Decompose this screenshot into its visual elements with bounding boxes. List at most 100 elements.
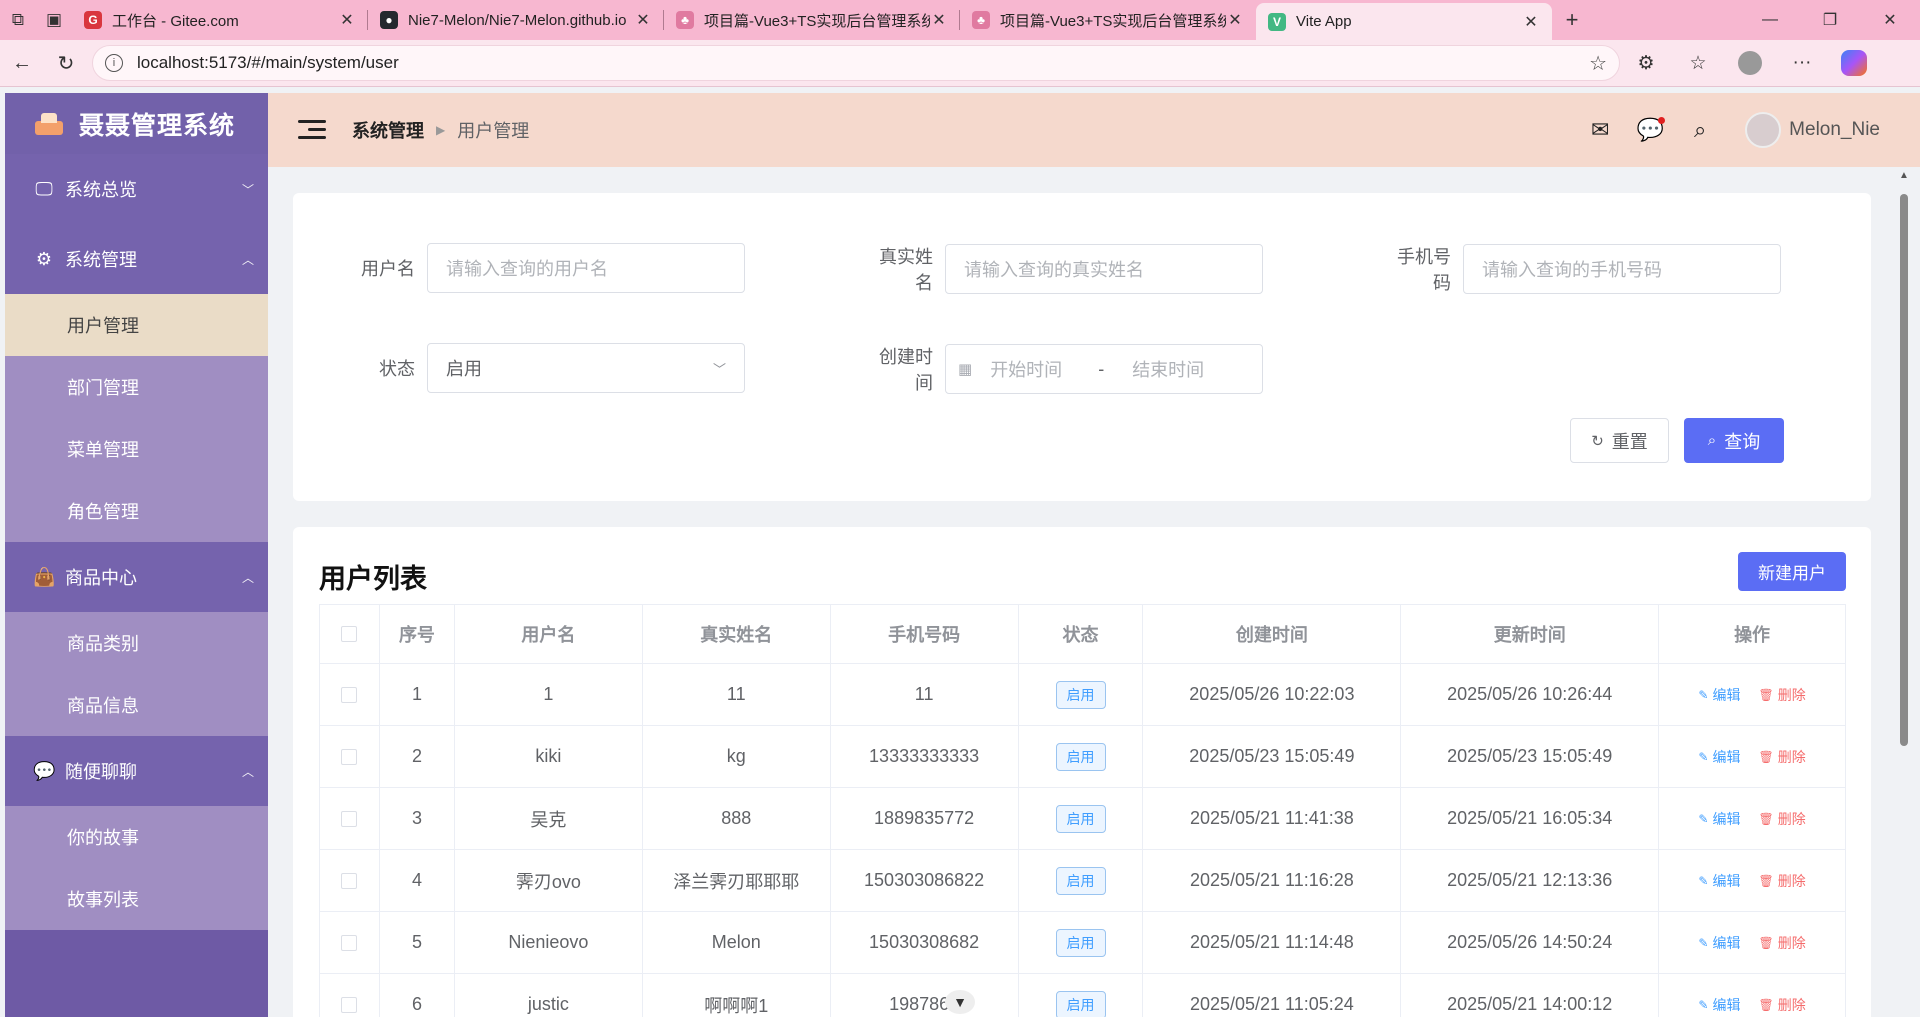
edit-button[interactable]: ✎ 编辑 bbox=[1698, 871, 1740, 891]
delete-button[interactable]: 🗑 删除 bbox=[1758, 747, 1805, 767]
tab-close-icon[interactable]: ✕ bbox=[1522, 12, 1540, 32]
new-user-button[interactable]: 新建用户 bbox=[1738, 552, 1846, 591]
menu-fold-icon[interactable] bbox=[298, 118, 326, 142]
delete-button[interactable]: 🗑 删除 bbox=[1758, 871, 1805, 891]
start-date-input[interactable]: 开始时间 bbox=[990, 356, 1062, 382]
cell-realname: 泽兰霁刃耶耶耶 bbox=[643, 850, 831, 911]
sidebar-item-menu[interactable]: 菜单管理 bbox=[5, 418, 268, 480]
url-field[interactable]: i localhost:5173/#/main/system/user ☆ bbox=[92, 45, 1620, 81]
browser-tab[interactable]: G 工作台 - Gitee.com ✕ bbox=[72, 0, 368, 40]
tab-title: Vite App bbox=[1296, 13, 1352, 30]
sidebar-item-story-list[interactable]: 故事列表 bbox=[5, 868, 268, 930]
breadcrumb-item[interactable]: 系统管理 bbox=[352, 117, 424, 143]
scrollbar-thumb[interactable] bbox=[1900, 194, 1908, 746]
tab-close-icon[interactable]: ✕ bbox=[1226, 10, 1244, 30]
message-icon[interactable]: 💬 bbox=[1625, 115, 1675, 145]
row-actions: ✎ 编辑 🗑 删除 bbox=[1698, 871, 1805, 891]
sidebar-item-goods-info[interactable]: 商品信息 bbox=[5, 674, 268, 736]
select-all-checkbox[interactable] bbox=[341, 626, 358, 642]
status-badge: 启用 bbox=[1055, 990, 1106, 1017]
edit-label: 编辑 bbox=[1712, 872, 1741, 889]
site-info-icon[interactable]: i bbox=[105, 54, 123, 72]
row-checkbox-cell bbox=[320, 788, 380, 849]
new-tab-icon[interactable]: + bbox=[1552, 0, 1592, 40]
username-input[interactable]: 请输入查询的用户名 bbox=[427, 243, 745, 293]
tab-close-icon[interactable]: ✕ bbox=[338, 10, 356, 30]
delete-button[interactable]: 🗑 删除 bbox=[1758, 685, 1805, 705]
cell-phone: 15030308682 bbox=[831, 912, 1019, 973]
avatar[interactable] bbox=[1745, 112, 1782, 148]
restore-icon[interactable]: ❐ bbox=[1800, 0, 1860, 40]
cell-status: 启用 bbox=[1019, 912, 1144, 973]
favorite-star-icon[interactable]: ☆ bbox=[1589, 51, 1607, 76]
more-menu-icon[interactable]: ··· bbox=[1776, 52, 1828, 74]
edit-button[interactable]: ✎ 编辑 bbox=[1698, 995, 1740, 1015]
tab-close-icon[interactable]: ✕ bbox=[930, 10, 948, 30]
back-arrow-icon[interactable]: ← bbox=[0, 52, 44, 75]
favorites-icon[interactable]: ☆ bbox=[1672, 52, 1724, 75]
search-icon[interactable]: ⌕ bbox=[1675, 115, 1725, 145]
profile-avatar bbox=[1738, 51, 1762, 75]
row-actions: ✎ 编辑 🗑 删除 bbox=[1698, 809, 1805, 829]
reset-button[interactable]: ↻ 重置 bbox=[1570, 418, 1669, 463]
copilot-icon[interactable] bbox=[1828, 50, 1880, 76]
sidebar-item-role[interactable]: 角色管理 bbox=[5, 480, 268, 542]
browser-tab[interactable]: ♣ 项目篇-Vue3+TS实现后台管理系统 ✕ bbox=[664, 0, 960, 40]
date-range-picker[interactable]: ▦ 开始时间 - 结束时间 bbox=[945, 344, 1263, 394]
cell-phone: 150303086822 bbox=[831, 850, 1019, 911]
row-checkbox[interactable] bbox=[341, 686, 358, 703]
sidebar-item-department[interactable]: 部门管理 bbox=[5, 356, 268, 418]
status-select[interactable]: 启用 ﹀ bbox=[427, 343, 745, 393]
edit-button[interactable]: ✎ 编辑 bbox=[1698, 747, 1740, 767]
phone-input[interactable]: 请输入查询的手机号码 bbox=[1463, 244, 1781, 294]
tab-close-icon[interactable]: ✕ bbox=[634, 10, 652, 30]
browser-tab-active[interactable]: V Vite App ✕ bbox=[1256, 3, 1552, 40]
row-checkbox[interactable] bbox=[341, 934, 358, 951]
edit-button[interactable]: ✎ 编辑 bbox=[1698, 809, 1740, 829]
refresh-icon[interactable]: ↻ bbox=[44, 51, 88, 76]
delete-label: 删除 bbox=[1777, 686, 1806, 703]
delete-button[interactable]: 🗑 删除 bbox=[1758, 809, 1805, 829]
realname-input[interactable]: 请输入查询的真实姓名 bbox=[945, 244, 1263, 294]
edit-button[interactable]: ✎ 编辑 bbox=[1698, 933, 1740, 953]
sidebar-item-category[interactable]: 商品类别 bbox=[5, 612, 268, 674]
row-checkbox[interactable] bbox=[341, 996, 358, 1013]
query-button[interactable]: ⌕ 查询 bbox=[1684, 418, 1784, 463]
row-checkbox[interactable] bbox=[341, 748, 358, 765]
app-title: 聂聂管理系统 bbox=[79, 111, 236, 140]
scroll-up-arrow-icon[interactable]: ▲ bbox=[1897, 170, 1911, 184]
edit-button[interactable]: ✎ 编辑 bbox=[1698, 685, 1740, 705]
user-name[interactable]: Melon_Nie bbox=[1789, 119, 1880, 141]
menu-group-system[interactable]: ⚙ 系统管理 ︿ bbox=[5, 224, 268, 294]
extensions-icon[interactable]: ⚙ bbox=[1620, 52, 1672, 75]
breadcrumb-item: 用户管理 bbox=[457, 121, 530, 141]
browser-tab[interactable]: ● Nie7-Melon/Nie7-Melon.github.io ✕ bbox=[368, 0, 664, 40]
mail-icon[interactable]: ✉ bbox=[1575, 115, 1625, 145]
close-window-icon[interactable]: ✕ bbox=[1860, 0, 1920, 40]
delete-button[interactable]: 🗑 删除 bbox=[1758, 933, 1805, 953]
menu-group-chat[interactable]: 💬 随便聊聊 ︿ bbox=[5, 736, 268, 806]
delete-label: 删除 bbox=[1777, 872, 1806, 889]
bag-icon: 👜 bbox=[33, 566, 56, 587]
submenu-goods: 商品类别 商品信息 bbox=[5, 612, 268, 736]
delete-button[interactable]: 🗑 删除 bbox=[1758, 995, 1805, 1015]
menu-group-goods[interactable]: 👜 商品中心 ︿ bbox=[5, 542, 268, 612]
browser-tab[interactable]: ♣ 项目篇-Vue3+TS实现后台管理系统 ✕ bbox=[960, 0, 1256, 40]
profile-icon[interactable] bbox=[1724, 51, 1776, 75]
sidebar-item-your-story[interactable]: 你的故事 bbox=[5, 806, 268, 868]
sidebar-item-user[interactable]: 用户管理 bbox=[5, 294, 268, 356]
edit-icon: ✎ bbox=[1698, 997, 1709, 1012]
menu-group-label: 系统总览 bbox=[65, 180, 137, 200]
scroll-down-arrow-icon[interactable]: ▼ bbox=[945, 990, 975, 1014]
menu-group-overview[interactable]: 🖵 系统总览 ﹀ bbox=[5, 154, 268, 224]
cell-updated: 2025/05/21 12:13:36 bbox=[1401, 850, 1660, 911]
column-header: 更新时间 bbox=[1401, 605, 1660, 663]
row-checkbox[interactable] bbox=[341, 810, 358, 827]
end-date-input[interactable]: 结束时间 bbox=[1132, 356, 1204, 382]
vertical-tabs-icon[interactable]: ▣ bbox=[36, 0, 72, 40]
page-scrollbar[interactable]: ▲ bbox=[1897, 170, 1911, 1017]
copilot-logo bbox=[1841, 50, 1867, 76]
workspaces-icon[interactable]: ⧉ bbox=[0, 0, 36, 40]
minimize-icon[interactable]: — bbox=[1740, 0, 1800, 40]
row-checkbox[interactable] bbox=[341, 872, 358, 889]
